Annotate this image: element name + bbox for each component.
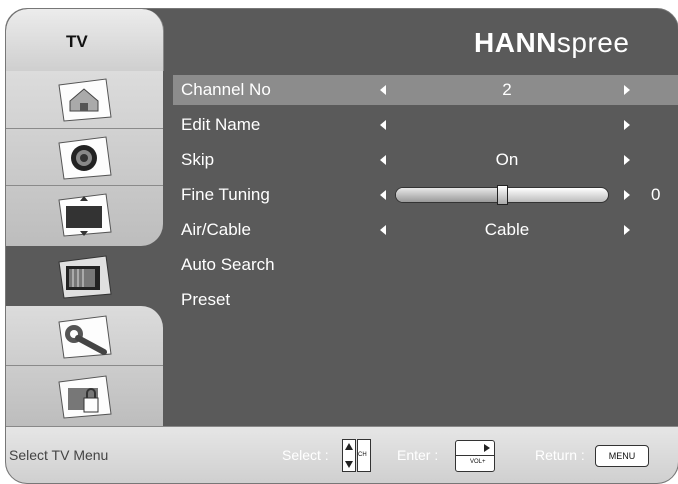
enter-label: Enter :: [397, 447, 439, 463]
arrow-left-icon[interactable]: [380, 85, 386, 95]
tab-separator: [6, 185, 163, 186]
return-label: Return :: [535, 447, 585, 463]
select-label: Select :: [282, 447, 329, 463]
vol-key-label: VOL+: [470, 459, 486, 465]
footer-bar: Select TV Menu Select : CH Enter : VOL+ …: [6, 426, 678, 483]
menu-item-label: Auto Search: [181, 255, 275, 274]
ch-key: CH: [357, 439, 371, 472]
footer-hint: Select TV Menu: [9, 447, 109, 463]
tab-separator: [6, 128, 163, 129]
arrow-right-icon[interactable]: [624, 225, 630, 235]
arrow-left-icon[interactable]: [380, 120, 386, 130]
menu-row-preset[interactable]: Preset: [173, 285, 678, 315]
menu-item-label: Edit Name: [181, 115, 261, 134]
menu-row-skip[interactable]: Skip On: [173, 145, 678, 175]
tabs-bottom-group: [6, 306, 163, 426]
enter-arrow-icon: [456, 444, 494, 456]
menu-item-value: Cable: [484, 220, 530, 239]
menu-item-value: 2: [502, 80, 512, 99]
fine-tuning-value: 0: [651, 185, 661, 204]
tab-setup[interactable]: [54, 314, 114, 360]
menu-row-auto-search[interactable]: Auto Search: [173, 250, 678, 280]
updown-glyph-icon: [345, 443, 353, 468]
menu-key-button[interactable]: MENU: [595, 445, 649, 467]
arrow-right-icon[interactable]: [624, 85, 630, 95]
brand-bold: HANN: [474, 27, 557, 58]
setup-icon: [58, 315, 112, 359]
lock-icon: [58, 375, 112, 419]
audio-icon: [58, 136, 112, 180]
menu-item-label: Channel No: [181, 80, 271, 99]
arrow-left-icon[interactable]: [380, 155, 386, 165]
display-icon: [58, 193, 112, 237]
ch-key-label: CH: [358, 452, 367, 458]
up-down-arrow-icon: [342, 439, 356, 472]
tab-picture[interactable]: [54, 77, 114, 123]
slider-fill: [396, 188, 502, 202]
arrow-right-icon[interactable]: [624, 120, 630, 130]
menu-item-label: Air/Cable: [181, 220, 251, 239]
arrow-right-icon[interactable]: [624, 155, 630, 165]
arrow-right-icon[interactable]: [624, 190, 630, 200]
menu-item-label: Fine Tuning: [181, 185, 270, 204]
tv-icon: [58, 255, 112, 299]
tab-tv[interactable]: [54, 254, 114, 300]
tv-osd-menu: TV HANNspree Channel No 2 Edit Name Skip…: [5, 8, 678, 484]
tv-title-tab: TV: [6, 9, 164, 71]
tv-title: TV: [66, 32, 88, 51]
enter-key-icon: VOL+: [455, 440, 495, 472]
brand-logo: HANNspree: [474, 27, 629, 59]
tabs-top-group: [6, 71, 163, 246]
slider-thumb[interactable]: [497, 185, 508, 205]
select-key-icon: CH: [342, 439, 372, 472]
picture-icon: [58, 78, 112, 122]
fine-tuning-slider[interactable]: [395, 185, 609, 205]
menu-item-value: On: [495, 150, 519, 169]
tab-separator: [6, 365, 163, 366]
tab-audio[interactable]: [54, 135, 114, 181]
arrow-left-icon[interactable]: [380, 225, 386, 235]
tab-lock[interactable]: [54, 374, 114, 420]
menu-item-label: Skip: [181, 150, 215, 169]
brand-light: spree: [556, 27, 630, 58]
menu-row-channel-no[interactable]: Channel No 2: [173, 75, 678, 105]
menu-row-fine-tuning[interactable]: Fine Tuning 0: [173, 180, 678, 210]
menu-row-air-cable[interactable]: Air/Cable Cable: [173, 215, 678, 245]
tab-display[interactable]: [54, 192, 114, 238]
menu-item-label: Preset: [181, 290, 231, 309]
menu-row-edit-name[interactable]: Edit Name: [173, 110, 678, 140]
arrow-left-icon[interactable]: [380, 190, 386, 200]
